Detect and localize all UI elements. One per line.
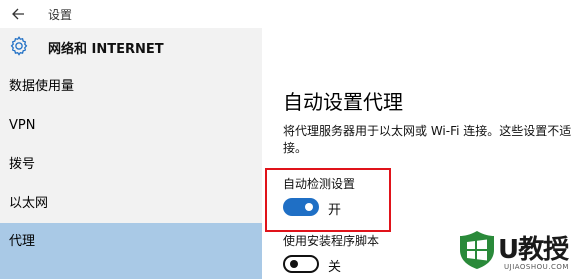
sidebar: 数据使用量 VPN 拨号 以太网 代理	[0, 65, 262, 279]
window-title: 设置	[48, 8, 73, 22]
watermark-logo: U教授 UJIAOSHOU.COM	[458, 226, 578, 279]
toggle-knob	[305, 203, 313, 211]
content-header-area	[262, 28, 578, 65]
page-header: 网络和 INTERNET	[0, 28, 262, 65]
setup-script-toggle[interactable]	[283, 255, 319, 273]
sidebar-item-data-usage[interactable]: 数据使用量	[0, 67, 262, 106]
proxy-description: 将代理服务器用于以太网或 Wi-Fi 连接。这些设置不适 接。	[283, 123, 578, 157]
section-header-title: 网络和 INTERNET	[48, 42, 164, 57]
sidebar-item-label: 数据使用量	[9, 79, 75, 94]
sidebar-item-label: VPN	[9, 118, 36, 133]
sidebar-item-label: 以太网	[9, 196, 49, 211]
watermark-url: UJIAOSHOU.COM	[504, 263, 569, 271]
sidebar-item-label: 拨号	[9, 157, 36, 172]
setup-script-label: 使用安装程序脚本	[283, 234, 380, 248]
auto-detect-toggle[interactable]	[283, 198, 319, 216]
description-line-2: 接。	[283, 141, 308, 155]
description-line-1: 将代理服务器用于以太网或 Wi-Fi 连接。这些设置不适	[283, 124, 572, 138]
auto-detect-label: 自动检测设置	[283, 177, 356, 191]
sidebar-item-dialup[interactable]: 拨号	[0, 145, 262, 184]
setup-script-state: 关	[328, 260, 342, 275]
sidebar-item-label: 代理	[9, 234, 36, 249]
gear-icon	[8, 35, 30, 57]
sidebar-item-vpn[interactable]: VPN	[0, 106, 262, 145]
windows-shield-icon	[458, 230, 496, 270]
section-title: 自动设置代理	[283, 90, 403, 114]
toggle-knob	[290, 260, 298, 268]
sidebar-item-ethernet[interactable]: 以太网	[0, 184, 262, 223]
sidebar-item-proxy[interactable]: 代理	[0, 223, 262, 279]
back-arrow-icon[interactable]	[8, 3, 30, 25]
watermark-brand: U教授	[498, 235, 569, 265]
title-bar: 设置	[0, 0, 578, 28]
auto-detect-state: 开	[328, 203, 342, 218]
